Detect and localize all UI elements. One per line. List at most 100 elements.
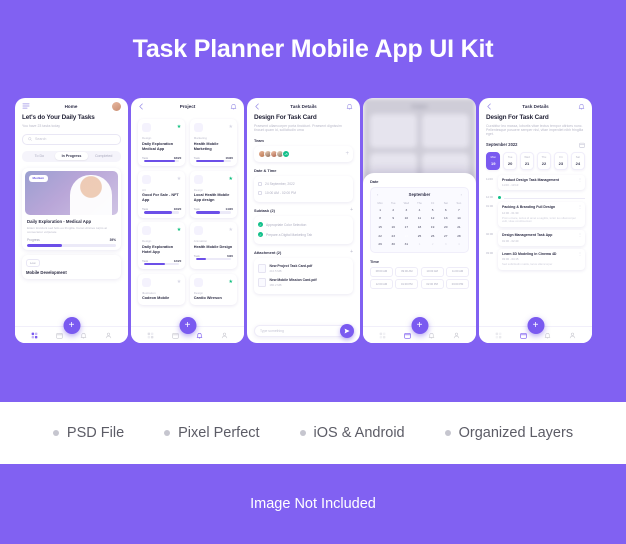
day-chip[interactable]: Fri 23 bbox=[553, 151, 569, 170]
grid-icon[interactable] bbox=[31, 332, 38, 339]
calendar-day[interactable]: 22 bbox=[374, 232, 386, 240]
date-row[interactable]: 24 September, 2022 bbox=[258, 180, 349, 189]
time-slot[interactable]: 02:00 PM bbox=[420, 279, 444, 290]
calendar-day[interactable]: 13 bbox=[440, 215, 452, 223]
tab-inprogress[interactable]: In Progress bbox=[55, 151, 88, 161]
add-subtask-icon[interactable]: + bbox=[350, 207, 353, 213]
grid-icon[interactable] bbox=[495, 332, 502, 339]
add-member-icon[interactable]: + bbox=[345, 151, 349, 157]
day-chip[interactable]: Thu 22 bbox=[536, 151, 552, 170]
subtask-item[interactable]: ✓ Appropriate Color Selection bbox=[258, 220, 349, 230]
user-avatar[interactable] bbox=[111, 101, 121, 111]
more-options-icon[interactable]: ⋮ bbox=[578, 233, 582, 237]
back-arrow-icon[interactable] bbox=[254, 103, 261, 110]
calendar-day[interactable]: 1 bbox=[374, 206, 386, 214]
star-icon[interactable]: ★ bbox=[229, 279, 233, 285]
project-card[interactable]: ★ Design Daily Exploration Medical App T… bbox=[138, 119, 186, 167]
day-chip[interactable]: Mon 19 bbox=[486, 151, 501, 170]
star-icon[interactable]: ★ bbox=[177, 125, 181, 130]
calendar-icon[interactable] bbox=[579, 142, 585, 148]
bell-icon[interactable] bbox=[230, 103, 237, 110]
more-options-icon[interactable]: ⋮ bbox=[578, 205, 582, 209]
back-arrow-icon[interactable] bbox=[138, 103, 145, 110]
bell-icon[interactable] bbox=[80, 332, 87, 339]
add-task-fab[interactable]: + bbox=[63, 317, 80, 334]
add-event-fab[interactable]: + bbox=[527, 317, 544, 334]
subtask-item[interactable]: ✓ Prepare a Digital Marketing Tab bbox=[258, 230, 349, 240]
person-icon[interactable] bbox=[453, 332, 460, 339]
star-icon[interactable]: ★ bbox=[229, 176, 233, 182]
calendar-day[interactable]: 27 bbox=[440, 232, 452, 240]
calendar-day[interactable]: 21 bbox=[453, 223, 465, 231]
calendar-day[interactable]: 11 bbox=[413, 215, 425, 223]
bell-icon[interactable] bbox=[578, 103, 585, 110]
time-slot[interactable]: 09:00 AM bbox=[395, 266, 419, 277]
calendar-icon[interactable] bbox=[519, 332, 527, 339]
calendar-day[interactable]: 31 bbox=[400, 240, 412, 248]
timeline-event[interactable]: ⋮ Packing & Branding Full Design 12:00 -… bbox=[498, 202, 585, 228]
day-chip[interactable]: Wed 21 bbox=[519, 151, 535, 170]
tab-todo[interactable]: To Do bbox=[23, 152, 55, 160]
grid-icon[interactable] bbox=[379, 332, 386, 339]
person-icon[interactable] bbox=[105, 332, 112, 339]
calendar-day[interactable]: 30 bbox=[387, 240, 399, 248]
attachment-item[interactable]: New Mobile Mission Card.pdf 180.2 MB bbox=[258, 276, 349, 290]
calendar-day[interactable]: 12 bbox=[427, 215, 439, 223]
tab-completed[interactable]: Completed bbox=[88, 152, 120, 160]
project-card[interactable]: ★ Art Good For Sale - NFT App Task 16/20 bbox=[138, 170, 186, 218]
more-options-icon[interactable]: ⋮ bbox=[578, 251, 582, 256]
calendar-day[interactable]: 18 bbox=[413, 223, 425, 231]
calendar-day[interactable]: 23 bbox=[387, 232, 399, 240]
comment-input[interactable]: Type something bbox=[254, 325, 353, 337]
bell-icon[interactable] bbox=[196, 332, 203, 339]
chevron-left-icon[interactable]: ‹ bbox=[377, 192, 378, 197]
grid-icon[interactable] bbox=[147, 332, 154, 339]
project-card[interactable]: ★ Marketing Health Mobile Marketing Task… bbox=[189, 119, 237, 167]
calendar-day[interactable]: 2 bbox=[387, 206, 399, 214]
calendar-day[interactable]: 20 bbox=[440, 223, 452, 231]
calendar-day[interactable]: 17 bbox=[400, 223, 412, 231]
calendar-icon[interactable] bbox=[171, 332, 179, 339]
timeline-event[interactable]: ⋮ Learn 3D Modeling in Cinema 4D 03:00 -… bbox=[498, 248, 585, 270]
timeline-event[interactable]: ⋮ Product Design Task Management 11:00 -… bbox=[498, 174, 585, 190]
time-slot[interactable]: 10:00 AM bbox=[420, 266, 444, 277]
calendar-day[interactable]: 16 bbox=[387, 223, 399, 231]
person-icon[interactable] bbox=[221, 332, 228, 339]
send-button[interactable] bbox=[340, 324, 354, 338]
bell-icon[interactable] bbox=[428, 332, 435, 339]
project-card[interactable]: ★ Design Daily Exploration Hotel App Tas… bbox=[138, 222, 186, 270]
time-slot[interactable]: 01:00 PM bbox=[395, 279, 419, 290]
time-slot[interactable]: 12:00 AM bbox=[370, 279, 393, 290]
project-card[interactable]: ★ Design Cardio Wireson bbox=[189, 273, 237, 306]
star-icon[interactable]: ★ bbox=[177, 228, 181, 233]
calendar-day[interactable]: 29 bbox=[374, 240, 386, 248]
attachment-item[interactable]: New Project Task Card.pdf 210.5 MB bbox=[258, 262, 349, 276]
bell-icon[interactable] bbox=[544, 332, 551, 339]
hamburger-icon[interactable] bbox=[22, 102, 30, 110]
add-attachment-icon[interactable]: + bbox=[350, 249, 353, 255]
calendar-icon[interactable] bbox=[55, 332, 63, 339]
back-arrow-icon[interactable] bbox=[486, 103, 493, 110]
calendar-icon[interactable] bbox=[403, 332, 411, 339]
time-slot[interactable]: 08:00 AM bbox=[370, 266, 393, 277]
project-card[interactable]: ★ Animation Health Mobile Design Task 6/… bbox=[189, 222, 237, 270]
day-chip[interactable]: Sat 24 bbox=[570, 151, 586, 170]
chevron-right-icon[interactable]: › bbox=[461, 192, 462, 197]
time-row[interactable]: 10:00 AM - 02:00 PM bbox=[258, 189, 349, 198]
calendar-day[interactable]: 28 bbox=[453, 232, 465, 240]
more-options-icon[interactable]: ⋮ bbox=[578, 177, 582, 182]
add-project-fab[interactable]: + bbox=[179, 317, 196, 334]
star-icon[interactable]: ★ bbox=[177, 176, 181, 182]
task-card[interactable]: Medium Daily Exploration - Medical App E… bbox=[22, 167, 121, 250]
calendar-day[interactable]: 26 bbox=[427, 232, 439, 240]
calendar-day[interactable]: 4 bbox=[413, 206, 425, 214]
calendar-day[interactable]: 8 bbox=[374, 215, 386, 223]
star-icon[interactable]: ★ bbox=[229, 228, 233, 233]
person-icon[interactable] bbox=[569, 332, 576, 339]
team-more-count[interactable]: +5 bbox=[282, 149, 290, 158]
star-icon[interactable]: ★ bbox=[177, 279, 181, 285]
calendar-day[interactable]: 25 bbox=[413, 232, 425, 240]
search-input[interactable]: Search bbox=[22, 133, 121, 145]
star-icon[interactable]: ★ bbox=[229, 125, 233, 130]
calendar-day[interactable]: 14 bbox=[453, 215, 465, 223]
